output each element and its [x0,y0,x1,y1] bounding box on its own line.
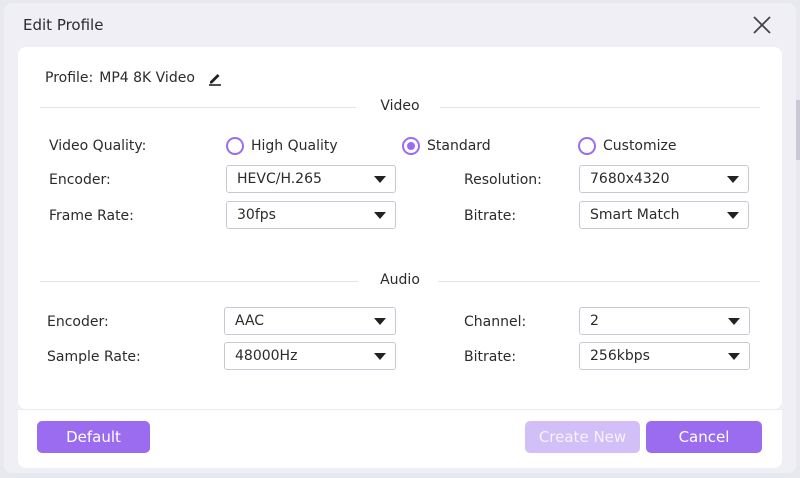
resolution-select[interactable]: 7680x4320 [579,165,749,193]
radio-customize-indicator [578,137,596,155]
audio-bitrate-select[interactable]: 256kbps [579,342,750,370]
chevron-down-icon [374,353,386,360]
sample-rate-value: 48000Hz [235,348,298,364]
video-bitrate-value: Smart Match [590,207,680,223]
radio-standard-label: Standard [427,138,491,154]
default-button[interactable]: Default [37,421,150,453]
title-bar: Edit Profile [4,3,796,47]
chevron-down-icon [374,212,386,219]
profile-row: Profile: MP4 8K Video [45,70,223,86]
video-encoder-select[interactable]: HEVC/H.265 [226,165,396,193]
channel-value: 2 [590,313,599,329]
frame-rate-select[interactable]: 30fps [226,201,396,229]
audio-bitrate-label: Bitrate: [464,349,517,365]
profile-label: Profile: [45,70,94,86]
frame-rate-label: Frame Rate: [49,208,134,224]
video-section-title: Video [380,98,420,114]
video-quality-label: Video Quality: [49,138,147,154]
create-new-button[interactable]: Create New [525,421,640,453]
radio-high-quality-label: High Quality [251,138,338,154]
chevron-down-icon [727,176,739,183]
audio-encoder-select[interactable]: AAC [224,307,396,335]
radio-standard[interactable]: Standard [402,137,491,155]
channel-select[interactable]: 2 [579,307,750,335]
frame-rate-value: 30fps [237,207,276,223]
chevron-down-icon [374,176,386,183]
chevron-down-icon [374,318,386,325]
audio-section-title: Audio [380,272,420,288]
close-icon [753,16,771,34]
radio-customize-label: Customize [603,138,677,154]
radio-high-quality[interactable]: High Quality [226,137,338,155]
radio-customize[interactable]: Customize [578,137,677,155]
resolution-label: Resolution: [464,172,542,188]
channel-label: Channel: [464,314,527,330]
profile-name: MP4 8K Video [99,70,195,86]
audio-encoder-label: Encoder: [47,314,109,330]
sample-rate-select[interactable]: 48000Hz [224,342,396,370]
chevron-down-icon [728,353,740,360]
dialog-footer: Default Create New Cancel [18,409,782,468]
radio-standard-indicator [402,137,420,155]
sample-rate-label: Sample Rate: [47,349,141,365]
video-bitrate-select[interactable]: Smart Match [579,201,749,229]
chevron-down-icon [727,212,739,219]
dialog-title: Edit Profile [23,16,104,34]
video-divider-right [440,107,760,108]
video-bitrate-label: Bitrate: [464,208,517,224]
audio-divider-right [438,281,760,282]
video-encoder-label: Encoder: [49,172,111,188]
audio-encoder-value: AAC [235,313,265,329]
resolution-value: 7680x4320 [590,171,670,187]
cancel-button[interactable]: Cancel [646,421,762,453]
chevron-down-icon [728,318,740,325]
radio-high-quality-indicator [226,137,244,155]
video-encoder-value: HEVC/H.265 [237,171,322,187]
edit-profile-dialog: Edit Profile Profile: MP4 8K Video Video… [4,3,796,473]
audio-bitrate-value: 256kbps [590,348,650,364]
settings-panel: Profile: MP4 8K Video Video Video Qualit… [18,47,782,409]
close-button[interactable] [750,13,774,37]
pencil-icon[interactable] [207,70,223,86]
